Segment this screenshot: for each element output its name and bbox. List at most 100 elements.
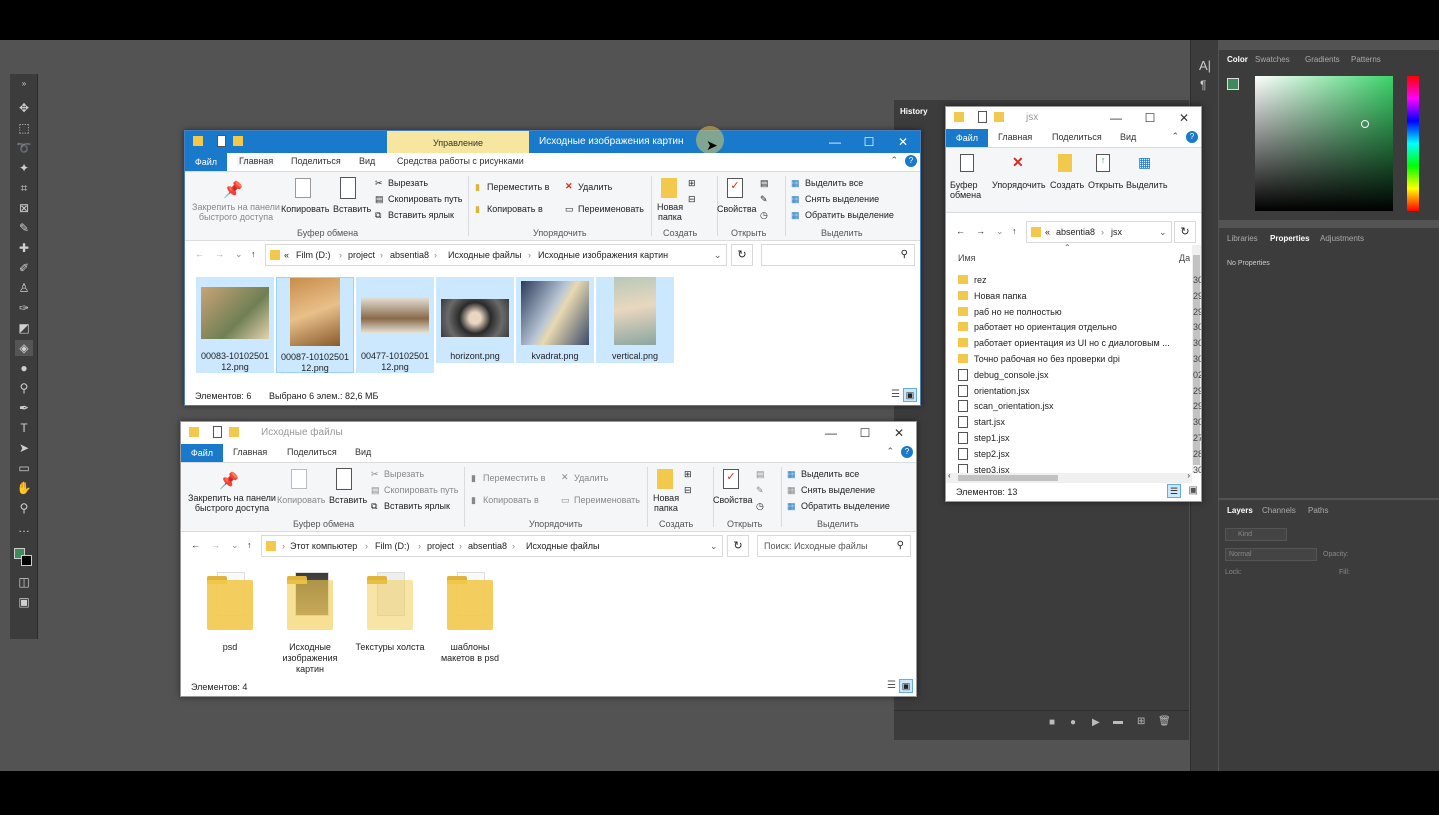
tab-view[interactable]: Вид bbox=[1120, 132, 1136, 142]
marquee-tool-icon[interactable]: ⬚ bbox=[15, 120, 33, 136]
easy-access-icon[interactable]: ⊟ bbox=[684, 485, 692, 496]
record-icon[interactable]: ● bbox=[1070, 717, 1076, 728]
eyedropper-icon[interactable]: ✎ bbox=[15, 220, 33, 236]
delete-button[interactable]: Удалить bbox=[574, 473, 608, 483]
tab-home[interactable]: Главная bbox=[237, 156, 276, 166]
close-button[interactable]: ✕ bbox=[882, 422, 916, 444]
large-icons-view-icon[interactable]: ▣ bbox=[903, 388, 917, 402]
move-to-button[interactable]: Переместить в bbox=[483, 473, 545, 483]
zoom-tool-icon[interactable]: ⚲ bbox=[15, 500, 33, 516]
history-icon[interactable]: ◷ bbox=[760, 210, 768, 221]
open-icon[interactable]: ▤ bbox=[756, 469, 765, 480]
list-item[interactable]: orientation.jsx 29 bbox=[958, 384, 1201, 400]
quick-mask-icon[interactable]: ◫ bbox=[15, 574, 33, 590]
tab-file[interactable]: Файл bbox=[181, 444, 223, 462]
forward-icon[interactable]: → bbox=[976, 226, 985, 236]
select-none-button[interactable]: Снять выделение bbox=[805, 194, 879, 204]
address-bar[interactable]: « absentia8 › jsx ⌄ bbox=[1026, 221, 1172, 243]
pen-tool-icon[interactable]: ✒ bbox=[15, 400, 33, 416]
tab-file[interactable]: Файл bbox=[185, 153, 227, 171]
refresh-button[interactable]: ↻ bbox=[1174, 221, 1196, 243]
tab-color[interactable]: Color bbox=[1227, 55, 1248, 64]
trash-icon[interactable]: 🗑 bbox=[1158, 716, 1171, 727]
organize-button[interactable]: Упорядочить bbox=[992, 180, 1046, 190]
list-item[interactable]: step2.jsx 28 bbox=[958, 447, 1201, 463]
hand-tool-icon[interactable]: ✋ bbox=[15, 480, 33, 496]
title-bar[interactable]: jsx — ☐ ✕ bbox=[946, 107, 1201, 129]
new-folder-icon[interactable] bbox=[994, 112, 1004, 122]
collapse-ribbon-icon[interactable]: ⌃ bbox=[1171, 131, 1179, 142]
crop-tool-icon[interactable]: ⌗ bbox=[15, 180, 33, 196]
chevron-down-icon[interactable]: ⌄ bbox=[1159, 227, 1167, 238]
minimize-button[interactable]: — bbox=[814, 422, 848, 444]
minimize-button[interactable]: — bbox=[1099, 107, 1133, 129]
tab-layers[interactable]: Layers bbox=[1227, 506, 1253, 515]
list-item[interactable]: работает но ориентация отдельно 30 bbox=[958, 320, 1201, 336]
crumb-absentia8[interactable]: absentia8 bbox=[390, 250, 429, 260]
file-item[interactable]: 00477-10102501 12.png bbox=[356, 277, 434, 373]
folder-item[interactable]: Текстуры холста bbox=[353, 568, 427, 668]
character-panel-icon[interactable]: A| bbox=[1199, 58, 1211, 73]
fg-color-chip[interactable] bbox=[1227, 78, 1239, 90]
screen-mode-icon[interactable]: ▣ bbox=[15, 594, 33, 610]
lasso-tool-icon[interactable]: ➰ bbox=[15, 140, 33, 156]
invert-selection-button[interactable]: Обратить выделение bbox=[805, 210, 894, 220]
paste-button[interactable]: Вставить bbox=[333, 204, 371, 214]
copy-button[interactable]: Копировать bbox=[281, 204, 329, 214]
new-action-icon[interactable]: ⊞ bbox=[1137, 716, 1145, 727]
crumb-source-files[interactable]: Исходные файлы bbox=[526, 541, 600, 551]
delete-button[interactable]: Удалить bbox=[578, 182, 612, 192]
file-item[interactable]: 00087-10102501 12.png bbox=[276, 277, 354, 373]
invert-selection-button[interactable]: Обратить выделение bbox=[801, 501, 890, 511]
list-item[interactable]: Точно рабочая но без проверки dpi 30 bbox=[958, 352, 1201, 368]
list-item[interactable]: раб но не полностью 29 bbox=[958, 305, 1201, 321]
list-item[interactable]: start.jsx 30 bbox=[958, 415, 1201, 431]
frame-tool-icon[interactable]: ⊠ bbox=[15, 200, 33, 216]
title-bar[interactable]: Исходные файлы — ☐ ✕ bbox=[181, 422, 916, 444]
properties-button[interactable]: Свойства bbox=[713, 495, 753, 505]
copy-button[interactable]: Копировать bbox=[277, 495, 325, 505]
rename-button[interactable]: Переименовать bbox=[578, 204, 644, 214]
create-button[interactable]: Создать bbox=[1050, 180, 1084, 190]
tab-home[interactable]: Главная bbox=[233, 447, 267, 457]
chevron-down-icon[interactable]: ⌄ bbox=[714, 250, 722, 261]
history-brush-icon[interactable]: ✑ bbox=[15, 300, 33, 316]
tab-home[interactable]: Главная bbox=[998, 132, 1032, 142]
tab-gradients[interactable]: Gradients bbox=[1305, 55, 1340, 64]
scroll-right-icon[interactable]: › bbox=[1187, 471, 1190, 480]
new-folder-button[interactable]: Новая папка bbox=[657, 202, 683, 222]
new-folder-icon[interactable] bbox=[233, 136, 243, 146]
tab-libraries[interactable]: Libraries bbox=[1227, 234, 1258, 243]
crumb-drive[interactable]: Film (D:) bbox=[296, 250, 331, 260]
new-folder-button[interactable]: Новая папка bbox=[653, 493, 679, 513]
background-color-swatch[interactable] bbox=[21, 555, 32, 566]
column-date[interactable]: Да bbox=[1179, 253, 1190, 263]
large-icons-view-icon[interactable]: ▣ bbox=[899, 679, 913, 693]
tab-share[interactable]: Поделиться bbox=[291, 156, 341, 166]
file-item[interactable]: vertical.png bbox=[596, 277, 674, 363]
horizontal-scrollbar[interactable]: ‹ › bbox=[946, 471, 1192, 483]
select-all-button[interactable]: Выделить все bbox=[805, 178, 863, 188]
paste-shortcut-button[interactable]: Вставить ярлык bbox=[388, 210, 454, 220]
paste-shortcut-button[interactable]: Вставить ярлык bbox=[384, 501, 450, 511]
pin-button[interactable]: Закрепить на панели быстрого доступа bbox=[187, 493, 277, 513]
copy-path-button[interactable]: Скопировать путь bbox=[384, 485, 458, 495]
folder-item[interactable]: Исходные изображения картин bbox=[273, 568, 347, 678]
type-tool-icon[interactable]: T bbox=[15, 420, 33, 436]
back-icon[interactable]: ← bbox=[956, 226, 965, 236]
more-tools-icon[interactable]: … bbox=[15, 520, 33, 536]
eraser-icon[interactable]: ◩ bbox=[15, 320, 33, 336]
layer-kind-filter[interactable]: Kind bbox=[1225, 528, 1287, 541]
crumb-source-files[interactable]: Исходные файлы bbox=[448, 250, 522, 260]
tab-patterns[interactable]: Patterns bbox=[1351, 55, 1381, 64]
select-all-button[interactable]: Выделить все bbox=[801, 469, 859, 479]
folder-item[interactable]: шаблоны макетов в psd bbox=[433, 568, 507, 668]
scroll-left-icon[interactable]: ‹ bbox=[948, 471, 951, 480]
tab-view[interactable]: Вид bbox=[355, 447, 371, 457]
close-button[interactable]: ✕ bbox=[886, 131, 920, 153]
hue-slider[interactable] bbox=[1407, 76, 1419, 211]
back-icon[interactable]: ← bbox=[191, 540, 200, 550]
collapse-icon[interactable]: » bbox=[15, 76, 33, 92]
properties-icon[interactable] bbox=[213, 426, 222, 438]
rectangle-tool-icon[interactable]: ▭ bbox=[15, 460, 33, 476]
